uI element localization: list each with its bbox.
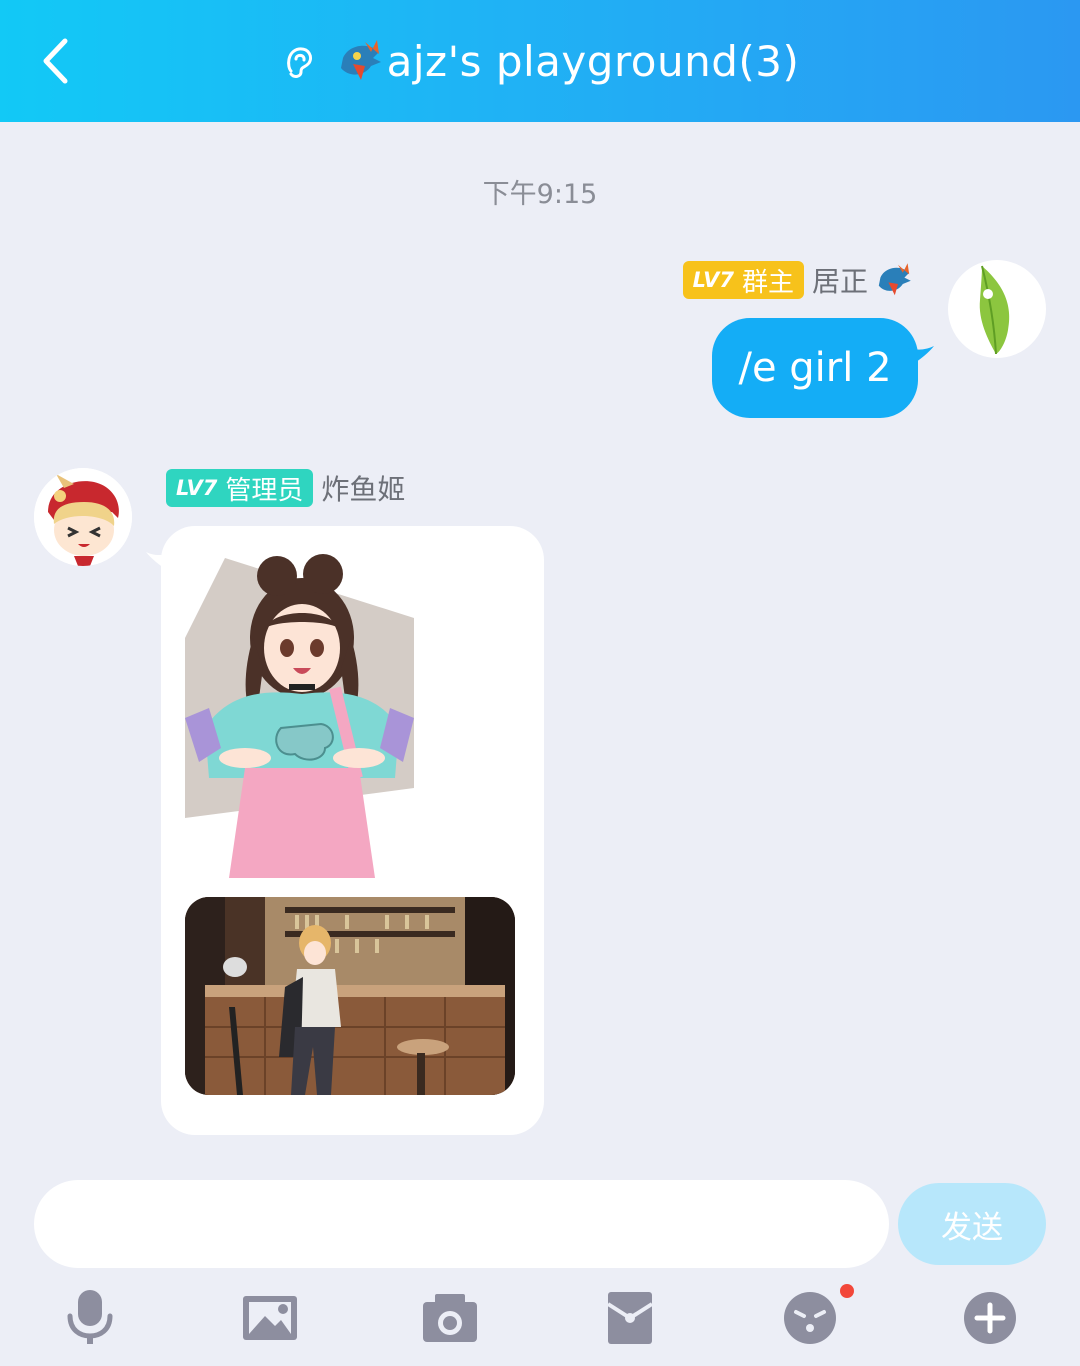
chat-title-area[interactable]: ajz's playground(3) — [0, 30, 1080, 92]
red-packet-icon — [606, 1292, 654, 1344]
red-packet-button[interactable] — [598, 1286, 662, 1350]
ear-icon — [286, 47, 312, 78]
role-label: 群主 — [741, 267, 794, 298]
shared-image-illustration[interactable] — [185, 548, 414, 878]
level-badge-owner: LV7 群主 — [682, 261, 804, 299]
sender-name[interactable]: 居正 — [812, 260, 868, 300]
sender-info-right: LV7 群主 居正 — [682, 260, 914, 300]
leaf-avatar-icon — [979, 265, 1010, 355]
notification-dot — [840, 1284, 854, 1298]
shared-image-bar-scene[interactable] — [185, 897, 515, 1095]
bar-scene-illustration — [185, 897, 515, 1095]
message-input[interactable] — [34, 1180, 889, 1268]
message-timestamp: 下午9:15 — [482, 179, 598, 210]
role-label: 管理员 — [225, 475, 304, 506]
sender-info-left: LV7 管理员 炸鱼姬 — [166, 468, 405, 508]
chat-title: ajz's playground(3) — [386, 36, 800, 86]
anime-girl-illustration — [185, 548, 414, 878]
image-button[interactable] — [238, 1286, 302, 1350]
more-button[interactable] — [958, 1286, 1022, 1350]
camera-icon — [423, 1294, 477, 1342]
message-text: /e girl 2 — [738, 345, 892, 391]
level-label: LV7 — [692, 268, 734, 292]
chat-header: ajz's playground(3) — [0, 0, 1080, 122]
avatar[interactable] — [948, 260, 1046, 358]
group-dragon-icon — [878, 263, 911, 296]
microphone-icon — [67, 1290, 113, 1344]
message-bubble[interactable]: /e girl 2 — [712, 318, 918, 418]
sender-name[interactable]: 炸鱼姬 — [321, 468, 405, 508]
group-dragon-icon — [340, 40, 381, 80]
level-badge-admin: LV7 管理员 — [166, 469, 314, 507]
level-label: LV7 — [176, 476, 218, 500]
emoji-icon — [784, 1292, 836, 1344]
emoji-button[interactable] — [778, 1286, 842, 1350]
voice-button[interactable] — [58, 1286, 122, 1350]
camera-button[interactable] — [418, 1286, 482, 1350]
avatar[interactable] — [34, 468, 132, 566]
anime-avatar-icon — [34, 468, 132, 566]
bubble-tail — [908, 346, 934, 366]
plus-icon — [964, 1292, 1016, 1344]
image-icon — [243, 1296, 297, 1340]
send-button[interactable]: 发送 — [898, 1183, 1046, 1265]
